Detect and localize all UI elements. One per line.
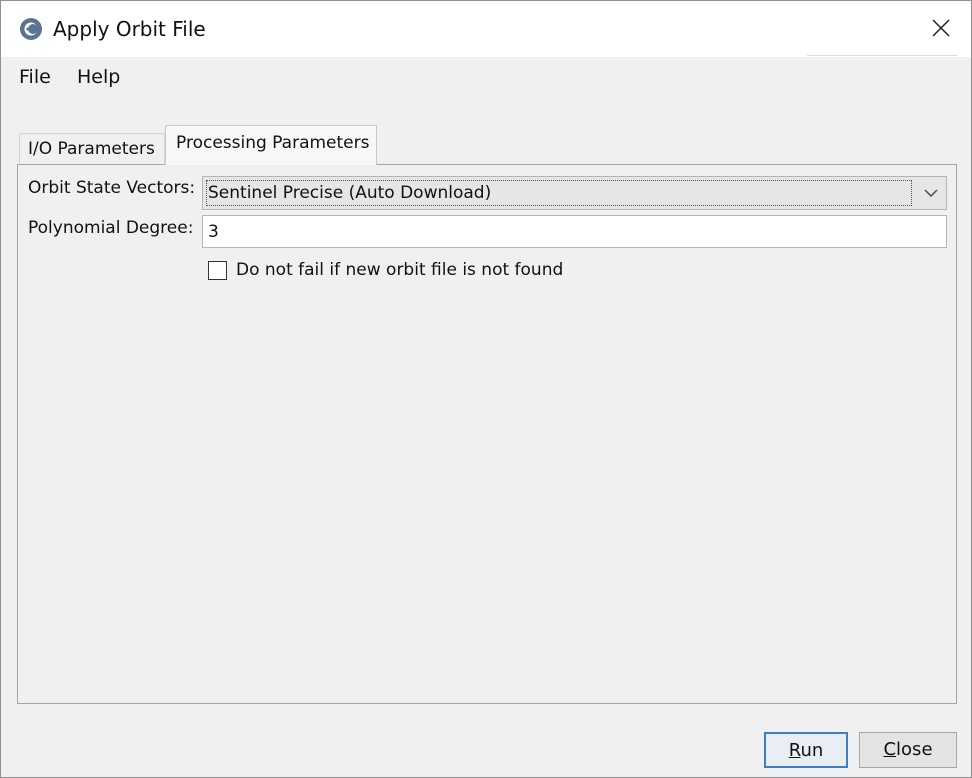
close-icon <box>931 18 951 42</box>
run-button[interactable]: Run <box>764 732 848 768</box>
close-button[interactable]: Close <box>859 732 957 768</box>
polynomial-degree-label: Polynomial Degree: <box>28 218 194 238</box>
title-divider <box>807 55 957 56</box>
orbit-state-vectors-dropdown[interactable]: Sentinel Precise (Auto Download) <box>202 176 947 210</box>
tab-processing-parameters[interactable]: Processing Parameters <box>165 125 377 165</box>
continue-on-fail-checkbox[interactable] <box>208 261 227 280</box>
dialog-content: I/O Parameters Processing Parameters Orb… <box>1 97 971 777</box>
processing-parameters-panel: Orbit State Vectors: Sentinel Precise (A… <box>17 164 957 704</box>
tab-label: Processing Parameters <box>176 133 370 153</box>
run-mnemonic: R <box>788 740 801 761</box>
menu-help[interactable]: Help <box>77 65 120 89</box>
menu-bar: File Help <box>1 57 971 97</box>
tab-io-parameters[interactable]: I/O Parameters <box>19 133 165 163</box>
run-label-rest: un <box>800 740 824 761</box>
chevron-down-icon <box>920 181 942 205</box>
polynomial-degree-field[interactable]: 3 <box>202 215 947 248</box>
apply-orbit-file-dialog: Apply Orbit File File Help I/O Parameter… <box>0 0 972 778</box>
close-label-rest: lose <box>896 739 933 760</box>
title-bar: Apply Orbit File <box>1 1 971 57</box>
orbit-state-vectors-label: Orbit State Vectors: <box>28 178 196 198</box>
close-window-button[interactable] <box>919 13 963 47</box>
satellite-globe-icon <box>19 17 43 41</box>
orbit-state-vectors-value: Sentinel Precise (Auto Download) <box>206 180 912 206</box>
close-mnemonic: C <box>883 739 897 760</box>
menu-file[interactable]: File <box>19 65 51 89</box>
tab-label: I/O Parameters <box>28 139 155 159</box>
window-title: Apply Orbit File <box>53 17 206 41</box>
continue-on-fail-label[interactable]: Do not fail if new orbit file is not fou… <box>236 259 563 281</box>
